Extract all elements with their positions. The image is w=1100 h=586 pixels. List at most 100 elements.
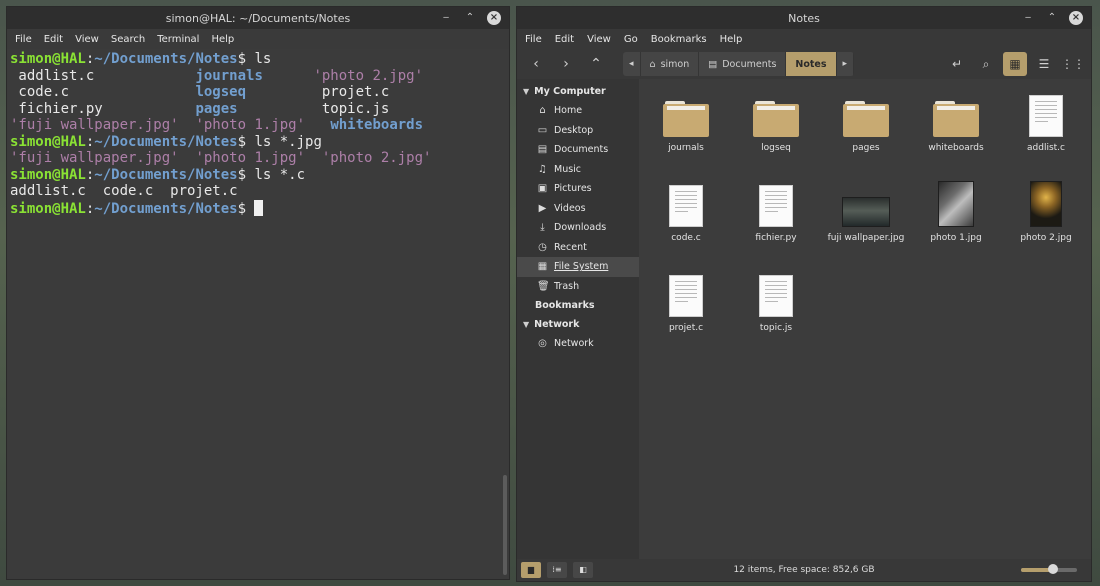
minimize-icon[interactable]: ‒	[439, 11, 453, 25]
terminal-output[interactable]: simon@HAL:~/Documents/Notes$ ls addlist.…	[7, 49, 501, 579]
terminal-scrollbar[interactable]	[501, 49, 509, 579]
file-item[interactable]: whiteboards	[911, 91, 1001, 153]
sidebar-item-label: Videos	[554, 202, 586, 214]
menu-file[interactable]: File	[525, 34, 542, 45]
file-item[interactable]: code.c	[641, 181, 731, 243]
sidebar-item-label: File System	[554, 261, 609, 273]
menu-help[interactable]: Help	[211, 34, 234, 45]
menu-help[interactable]: Help	[720, 34, 743, 45]
sidebar-header-network[interactable]: ▼ Network	[517, 315, 639, 334]
terminal-command: ls *.jpg	[254, 133, 322, 150]
terminal-output-line: addlist.c journals 'photo 2.jpg'	[10, 68, 501, 85]
sidebar-item-music[interactable]: ♫ Music	[517, 160, 639, 180]
up-icon[interactable]: ⌃	[583, 52, 609, 76]
compact-view-icon[interactable]: ⋮⋮	[1061, 52, 1085, 76]
breadcrumb-left-arrow-icon[interactable]: ◂	[623, 52, 641, 76]
menu-file[interactable]: File	[15, 34, 32, 45]
show-tree-icon[interactable]: ⁞≡	[547, 562, 567, 578]
file-label: topic.js	[759, 323, 793, 333]
sidebar-item-label: Downloads	[554, 222, 607, 234]
breadcrumb-notes[interactable]: Notes	[786, 52, 837, 76]
folder-icon: ▤	[708, 58, 718, 70]
sidebar-item-network[interactable]: ◎ Network	[517, 334, 639, 354]
breadcrumb-simon[interactable]: ⌂ simon	[641, 52, 700, 76]
file-item[interactable]: fichier.py	[731, 181, 821, 243]
terminal-output-line: 'fuji wallpaper.jpg' 'photo 1.jpg' white…	[10, 117, 501, 134]
file-label: fuji wallpaper.jpg	[827, 233, 905, 243]
breadcrumb-documents[interactable]: ▤ Documents	[699, 52, 787, 76]
minimize-icon[interactable]: ‒	[1021, 11, 1035, 25]
menu-edit[interactable]: Edit	[555, 34, 574, 45]
sidebar-item-home[interactable]: ⌂ Home	[517, 101, 639, 121]
prompt-path: ~/Documents/Notes	[94, 51, 238, 67]
sidebar-item-desktop[interactable]: ▭ Desktop	[517, 121, 639, 141]
prompt-user: simon@HAL	[10, 166, 86, 183]
file-item[interactable]: photo 1.jpg	[911, 181, 1001, 243]
zoom-slider[interactable]	[1021, 564, 1077, 574]
sidebar-item-file-system[interactable]: ▦ File System	[517, 257, 639, 277]
sidebar-item-downloads[interactable]: ⤓ Downloads	[517, 218, 639, 238]
file-item[interactable]: projet.c	[641, 271, 731, 333]
menu-search[interactable]: Search	[111, 34, 145, 45]
sidebar-item-pictures[interactable]: ▣ Pictures	[517, 179, 639, 199]
image-file-name: 'photo 2.jpg'	[313, 67, 424, 84]
maximize-icon[interactable]: ⌃	[1045, 11, 1059, 25]
file-item[interactable]: photo 2.jpg	[1001, 181, 1091, 243]
zoom-slider-knob[interactable]	[1048, 564, 1059, 574]
terminal-prompt-line: simon@HAL:~/Documents/Notes$ ls *.c	[10, 167, 501, 184]
sidebar-item-trash[interactable]: 🗑 Trash	[517, 277, 639, 297]
expand-triangle-icon[interactable]: ▼	[523, 87, 529, 96]
sidebar-item-label: Documents	[554, 144, 609, 156]
terminal-titlebar[interactable]: simon@HAL: ~/Documents/Notes ‒ ⌃ ×	[7, 7, 509, 29]
list-view-icon[interactable]: ☰	[1032, 52, 1056, 76]
text-file-icon	[759, 275, 793, 317]
terminal-menubar: File Edit View Search Terminal Help	[7, 29, 509, 49]
sidebar: ▼ My Computer ⌂ Home ▭ Desktop ▤ Documents ♫ Mu…	[517, 79, 639, 559]
close-icon[interactable]: ×	[487, 11, 501, 25]
icon-view-icon[interactable]: ▦	[1003, 52, 1027, 76]
sidebar-item-recent[interactable]: ◷ Recent	[517, 238, 639, 258]
file-item[interactable]: topic.js	[731, 271, 821, 333]
sidebar-item-documents[interactable]: ▤ Documents	[517, 140, 639, 160]
file-view[interactable]: journals logseq pages whiteboards addlist.c c…	[639, 79, 1091, 559]
menu-terminal[interactable]: Terminal	[157, 34, 199, 45]
file-item[interactable]: fuji wallpaper.jpg	[821, 181, 911, 243]
file-name	[305, 150, 322, 166]
file-label: pages	[852, 143, 880, 153]
search-icon[interactable]: ⌕	[974, 52, 998, 76]
menu-go[interactable]: Go	[624, 34, 638, 45]
prompt-path: ~/Documents/Notes	[94, 133, 238, 150]
file-icon-holder	[1029, 91, 1063, 137]
close-icon[interactable]: ×	[1069, 11, 1083, 25]
terminal-cursor[interactable]	[254, 199, 264, 216]
file-item[interactable]: addlist.c	[1001, 91, 1091, 153]
recent-icon: ◷	[538, 241, 547, 253]
hide-sidebar-icon[interactable]: ◧	[573, 562, 593, 578]
location-toggle-icon[interactable]: ↵	[945, 52, 969, 76]
file-item[interactable]: logseq	[731, 91, 821, 153]
file-icon-holder	[759, 181, 793, 227]
file-item[interactable]: journals	[641, 91, 731, 153]
show-places-icon[interactable]: ▆	[521, 562, 541, 578]
directory-name: whiteboards	[330, 117, 424, 133]
sidebar-item-label: Network	[554, 338, 594, 350]
menu-bookmarks[interactable]: Bookmarks	[651, 34, 707, 45]
directory-name: journals	[195, 67, 263, 84]
sidebar-item-videos[interactable]: ▶ Videos	[517, 199, 639, 219]
scrollbar-thumb[interactable]	[503, 475, 507, 575]
directory-name: logseq	[195, 84, 247, 100]
expand-triangle-icon[interactable]: ▼	[523, 320, 529, 329]
menu-view[interactable]: View	[75, 34, 99, 45]
menu-edit[interactable]: Edit	[44, 34, 63, 45]
text-file-icon	[669, 275, 703, 317]
back-icon[interactable]: ‹	[523, 52, 549, 76]
file-name: addlist.c code.c projet.c	[10, 183, 238, 199]
menu-view[interactable]: View	[587, 34, 611, 45]
maximize-icon[interactable]: ⌃	[463, 11, 477, 25]
sidebar-header-my-computer[interactable]: ▼ My Computer	[517, 82, 639, 101]
breadcrumb-right-arrow-icon[interactable]: ▸	[837, 52, 855, 76]
file-item[interactable]: pages	[821, 91, 911, 153]
forward-icon[interactable]: ›	[553, 52, 579, 76]
file-manager-titlebar[interactable]: Notes ‒ ⌃ ×	[517, 7, 1091, 29]
sidebar-header-bookmarks[interactable]: Bookmarks	[517, 296, 639, 315]
